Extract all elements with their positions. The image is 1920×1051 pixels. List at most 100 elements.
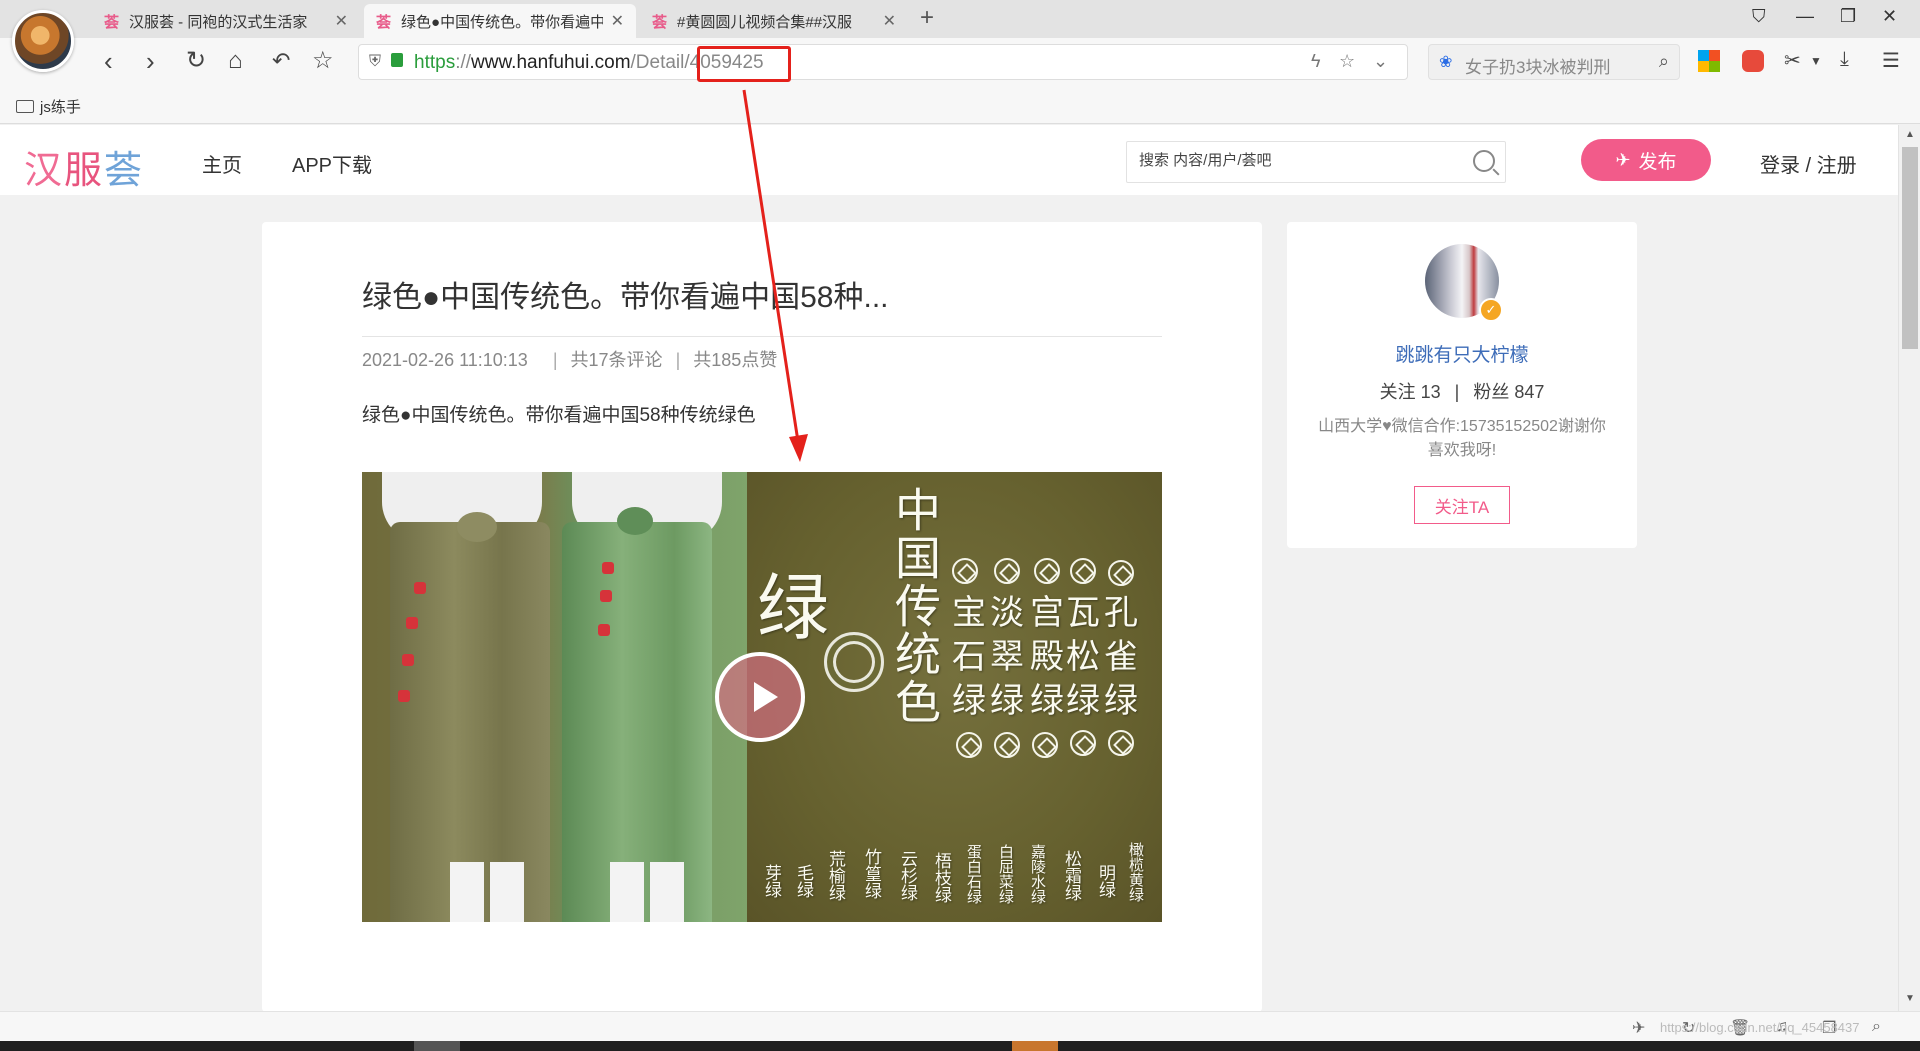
- search-icon[interactable]: [1473, 150, 1495, 172]
- new-tab-plus-icon[interactable]: +: [920, 4, 934, 32]
- leg: [450, 862, 484, 922]
- bottom-color-label: 竹篁绿: [861, 848, 881, 899]
- scroll-down-arrow-icon[interactable]: ▼: [1905, 993, 1915, 1004]
- undo-close-icon[interactable]: ↶: [272, 46, 290, 76]
- tab-favicon-icon: 荟: [104, 13, 120, 31]
- scroll-up-arrow-icon[interactable]: ▲: [1905, 129, 1915, 140]
- tab-title: 汉服荟 - 同袍的汉式生活家: [129, 13, 308, 31]
- leg: [650, 862, 684, 922]
- diamond-ornament-icon: [994, 558, 1020, 584]
- os-taskbar: [0, 1041, 1920, 1051]
- fans-count[interactable]: 粉丝 847: [1473, 382, 1544, 402]
- diamond-ornament-icon: [1034, 558, 1060, 584]
- browser-tab[interactable]: 荟 #黄圆圆儿视频合集##汉服 ✕: [640, 4, 908, 38]
- scroll-thumb[interactable]: [1902, 147, 1918, 349]
- color-name-char: 孔: [1104, 593, 1138, 633]
- favorite-star-icon[interactable]: ☆: [1339, 51, 1355, 72]
- search-zoom-icon[interactable]: ⌕: [1872, 1018, 1881, 1036]
- bookmarks-bar: js练手: [0, 86, 1920, 124]
- search-icon[interactable]: ⌕: [1659, 51, 1669, 72]
- publish-label: 发布: [1638, 151, 1677, 173]
- sash-knot: [457, 512, 497, 542]
- post-comments-count[interactable]: 共17条评论: [571, 350, 663, 370]
- gamepad-icon[interactable]: [1742, 50, 1764, 72]
- download-icon[interactable]: ⤓: [1840, 48, 1849, 71]
- post-date: 2021-02-26 11:10:13: [362, 350, 528, 370]
- diamond-ornament-icon: [956, 732, 982, 758]
- close-window-icon[interactable]: ✕: [1882, 6, 1897, 27]
- home-icon[interactable]: ⌂: [228, 46, 243, 76]
- red-button: [406, 617, 418, 629]
- color-name-char: 松: [1066, 637, 1100, 677]
- emblem-icon: [824, 632, 884, 692]
- tab-close-icon[interactable]: ✕: [335, 11, 348, 31]
- apps-grid-icon[interactable]: [1698, 50, 1720, 72]
- tab-close-icon[interactable]: ✕: [611, 11, 624, 31]
- author-stats: 关注 13 | 粉丝 847: [1287, 378, 1637, 404]
- caret-down-icon[interactable]: ▼: [1810, 54, 1822, 68]
- scissors-icon[interactable]: ✂: [1784, 48, 1801, 73]
- browser-search-box[interactable]: ❀ 女子扔3块冰被判刑 ⌕: [1428, 44, 1680, 80]
- color-name-char: 绿: [952, 681, 986, 721]
- browser-search-text: 女子扔3块冰被判刑: [1465, 58, 1611, 77]
- bottom-color-label: 蛋白石绿: [965, 844, 983, 904]
- color-name-char: 宝: [952, 593, 986, 633]
- red-button: [398, 690, 410, 702]
- skin-shirt-icon[interactable]: ⛉: [1752, 6, 1766, 27]
- paper-plane-icon: ✈: [1615, 149, 1631, 170]
- color-name-char: 雀: [1104, 637, 1138, 677]
- url-path: /Detail: [630, 52, 685, 73]
- tab-close-icon[interactable]: ✕: [883, 11, 896, 31]
- browser-tab-active[interactable]: 荟 绿色●中国传统色。带你看遍中 ✕: [364, 4, 636, 38]
- play-icon[interactable]: [715, 652, 805, 742]
- logo-char: 汉: [24, 148, 65, 192]
- browser-user-avatar[interactable]: [12, 10, 74, 72]
- url-scheme: https: [414, 52, 456, 73]
- url-separator: ://: [455, 52, 472, 73]
- diamond-ornament-icon: [952, 558, 978, 584]
- leg: [610, 862, 644, 922]
- site-header: 汉服荟 主页 APP下载 ✈ 发布 登录 / 注册: [0, 125, 1898, 195]
- site-logo[interactable]: 汉服荟: [24, 139, 144, 194]
- accelerate-icon[interactable]: ✈: [1632, 1018, 1645, 1038]
- color-name-char: 瓦: [1066, 593, 1100, 633]
- minimize-icon[interactable]: —: [1796, 6, 1814, 27]
- post-title: 绿色●中国传统色。带你看遍中国58种...: [362, 281, 889, 314]
- diamond-ornament-icon: [1108, 730, 1134, 756]
- following-count[interactable]: 关注 13: [1380, 382, 1441, 402]
- video-title-vertical: 中国传统色: [888, 486, 942, 726]
- bottom-color-label: 白屈菜绿: [997, 844, 1015, 904]
- taskbar-item[interactable]: [1012, 1041, 1058, 1051]
- follow-button[interactable]: 关注TA: [1414, 486, 1510, 524]
- browser-tab[interactable]: 荟 汉服荟 - 同袍的汉式生活家 ✕: [92, 4, 360, 38]
- page-scrollbar[interactable]: ▲ ▼: [1898, 125, 1920, 1011]
- bottom-color-label: 橄榄黄绿: [1127, 842, 1145, 902]
- color-name-char: 宫: [1030, 593, 1064, 633]
- meta-separator: |: [552, 350, 558, 370]
- video-player[interactable]: 中国传统色 绿 宝 淡 宫 瓦 孔 石 翠 殿 松 雀 绿 绿 绿 绿 绿 芽绿…: [362, 472, 1162, 922]
- site-search-input[interactable]: [1139, 152, 1459, 169]
- restore-icon[interactable]: ❐: [1840, 6, 1856, 27]
- author-name[interactable]: 跳跳有只大柠檬: [1287, 340, 1637, 367]
- post-likes-count[interactable]: 共185点赞: [693, 350, 777, 370]
- nav-app-download[interactable]: APP下载: [292, 149, 372, 178]
- forward-icon[interactable]: ›: [146, 46, 155, 76]
- chevron-down-icon[interactable]: ⌄: [1373, 51, 1388, 72]
- lightning-icon[interactable]: ϟ: [1311, 51, 1321, 72]
- bookmark-folder[interactable]: js练手: [16, 96, 81, 117]
- nav-home[interactable]: 主页: [202, 149, 242, 178]
- baidu-paw-icon: ❀: [1439, 54, 1453, 71]
- lock-icon: [391, 53, 403, 67]
- url-host: www.hanfuhui.com: [471, 52, 631, 73]
- menu-icon[interactable]: ☰: [1882, 48, 1900, 73]
- publish-button[interactable]: ✈ 发布: [1581, 139, 1711, 181]
- back-icon[interactable]: ‹: [104, 46, 113, 76]
- reload-icon[interactable]: ↻: [186, 46, 206, 76]
- address-bar[interactable]: ⛨ https://www.hanfuhui.com/Detail/405942…: [358, 44, 1408, 80]
- login-register-link[interactable]: 登录 / 注册: [1760, 149, 1857, 178]
- bottom-color-label: 明绿: [1095, 864, 1115, 898]
- taskbar-item[interactable]: [414, 1041, 460, 1051]
- bookmark-label: js练手: [40, 99, 81, 116]
- divider: [362, 336, 1162, 337]
- bookmark-star-icon[interactable]: ☆: [312, 46, 334, 76]
